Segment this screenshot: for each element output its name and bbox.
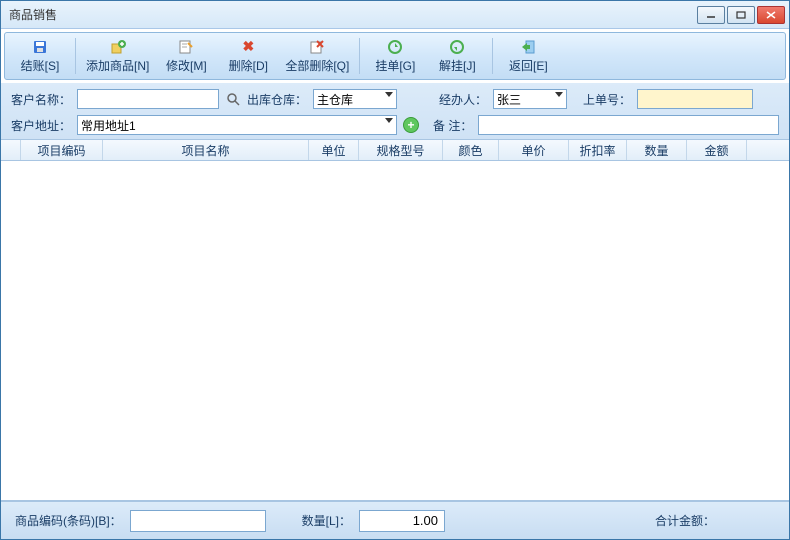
qty-label: 数量[L]： xyxy=(302,512,351,529)
checkout-button[interactable]: 结账[S] xyxy=(9,35,71,77)
add-icon xyxy=(110,39,126,55)
delete-icon: ✖ xyxy=(240,39,256,55)
form-area: 客户名称： 出库仓库： 经办人： 上单号： 客户地址： + 备 注： xyxy=(1,83,789,139)
add-address-icon[interactable]: + xyxy=(403,117,419,133)
hold-label: 挂单[G] xyxy=(375,57,415,74)
maximize-button[interactable] xyxy=(727,6,755,24)
edit-button[interactable]: 修改[M] xyxy=(155,35,217,77)
handler-combo[interactable] xyxy=(493,89,567,109)
customer-name-input[interactable] xyxy=(77,89,219,109)
delete-all-button[interactable]: 全部删除[Q] xyxy=(279,35,355,77)
th-name[interactable]: 项目名称 xyxy=(103,140,309,160)
table-body[interactable] xyxy=(1,161,789,501)
unhold-label: 解挂[J] xyxy=(439,57,476,74)
customer-addr-label: 客户地址： xyxy=(11,117,71,134)
toolbar: 结账[S] 添加商品[N] 修改[M] ✖ 删除[D] 全部删除[Q] 挂单[G… xyxy=(4,32,786,80)
th-discount[interactable]: 折扣率 xyxy=(569,140,627,160)
save-icon xyxy=(32,39,48,55)
th-spec[interactable]: 规格型号 xyxy=(359,140,443,160)
back-label: 返回[E] xyxy=(509,57,548,74)
remark-input[interactable] xyxy=(478,115,779,135)
hold-icon xyxy=(387,39,403,55)
form-row-2: 客户地址： + 备 注： xyxy=(11,115,779,135)
add-item-label: 添加商品[N] xyxy=(86,57,149,74)
last-order-label: 上单号： xyxy=(583,91,631,108)
edit-icon xyxy=(178,39,194,55)
customer-name-label: 客户名称： xyxy=(11,91,71,108)
th-qty[interactable]: 数量 xyxy=(627,140,687,160)
hold-button[interactable]: 挂单[G] xyxy=(364,35,426,77)
th-unit[interactable]: 单位 xyxy=(309,140,359,160)
bottom-bar: 商品编码(条码)[B]： 数量[L]： 合计金额： xyxy=(1,501,789,539)
search-icon[interactable] xyxy=(225,91,241,107)
edit-label: 修改[M] xyxy=(166,57,207,74)
toolbar-separator xyxy=(359,38,360,74)
th-price[interactable]: 单价 xyxy=(499,140,569,160)
unhold-button[interactable]: 解挂[J] xyxy=(426,35,488,77)
customer-addr-combo[interactable] xyxy=(77,115,397,135)
th-color[interactable]: 颜色 xyxy=(443,140,499,160)
form-row-1: 客户名称： 出库仓库： 经办人： 上单号： xyxy=(11,89,779,109)
barcode-label: 商品编码(条码)[B]： xyxy=(15,512,122,529)
total-label: 合计金额： xyxy=(655,512,715,529)
delete-all-label: 全部删除[Q] xyxy=(285,57,349,74)
th-amount[interactable]: 金额 xyxy=(687,140,747,160)
window-controls xyxy=(697,6,785,24)
minimize-button[interactable] xyxy=(697,6,725,24)
back-button[interactable]: 返回[E] xyxy=(497,35,559,77)
checkout-label: 结账[S] xyxy=(21,57,60,74)
warehouse-label: 出库仓库： xyxy=(247,91,307,108)
delete-button[interactable]: ✖ 删除[D] xyxy=(217,35,279,77)
th-code[interactable]: 项目编码 xyxy=(21,140,103,160)
handler-label: 经办人： xyxy=(439,91,487,108)
warehouse-combo[interactable] xyxy=(313,89,397,109)
warehouse-input[interactable] xyxy=(313,89,397,109)
close-button[interactable] xyxy=(757,6,785,24)
window-title: 商品销售 xyxy=(9,6,697,23)
remark-label: 备 注： xyxy=(433,117,472,134)
toolbar-separator xyxy=(492,38,493,74)
titlebar: 商品销售 xyxy=(1,1,789,29)
handler-input[interactable] xyxy=(493,89,567,109)
last-order-input[interactable] xyxy=(637,89,753,109)
delete-label: 删除[D] xyxy=(229,57,268,74)
qty-input[interactable] xyxy=(359,510,445,532)
th-rownum xyxy=(1,140,21,160)
table-header: 项目编码 项目名称 单位 规格型号 颜色 单价 折扣率 数量 金额 xyxy=(1,139,789,161)
toolbar-separator xyxy=(75,38,76,74)
app-window: 商品销售 结账[S] 添加商品[N] 修改[M] ✖ 删除[D] 全部删除[Q] xyxy=(0,0,790,540)
delete-all-icon xyxy=(309,39,325,55)
back-icon xyxy=(520,39,536,55)
barcode-input[interactable] xyxy=(130,510,266,532)
add-item-button[interactable]: 添加商品[N] xyxy=(80,35,155,77)
customer-addr-input[interactable] xyxy=(77,115,397,135)
unhold-icon xyxy=(449,39,465,55)
